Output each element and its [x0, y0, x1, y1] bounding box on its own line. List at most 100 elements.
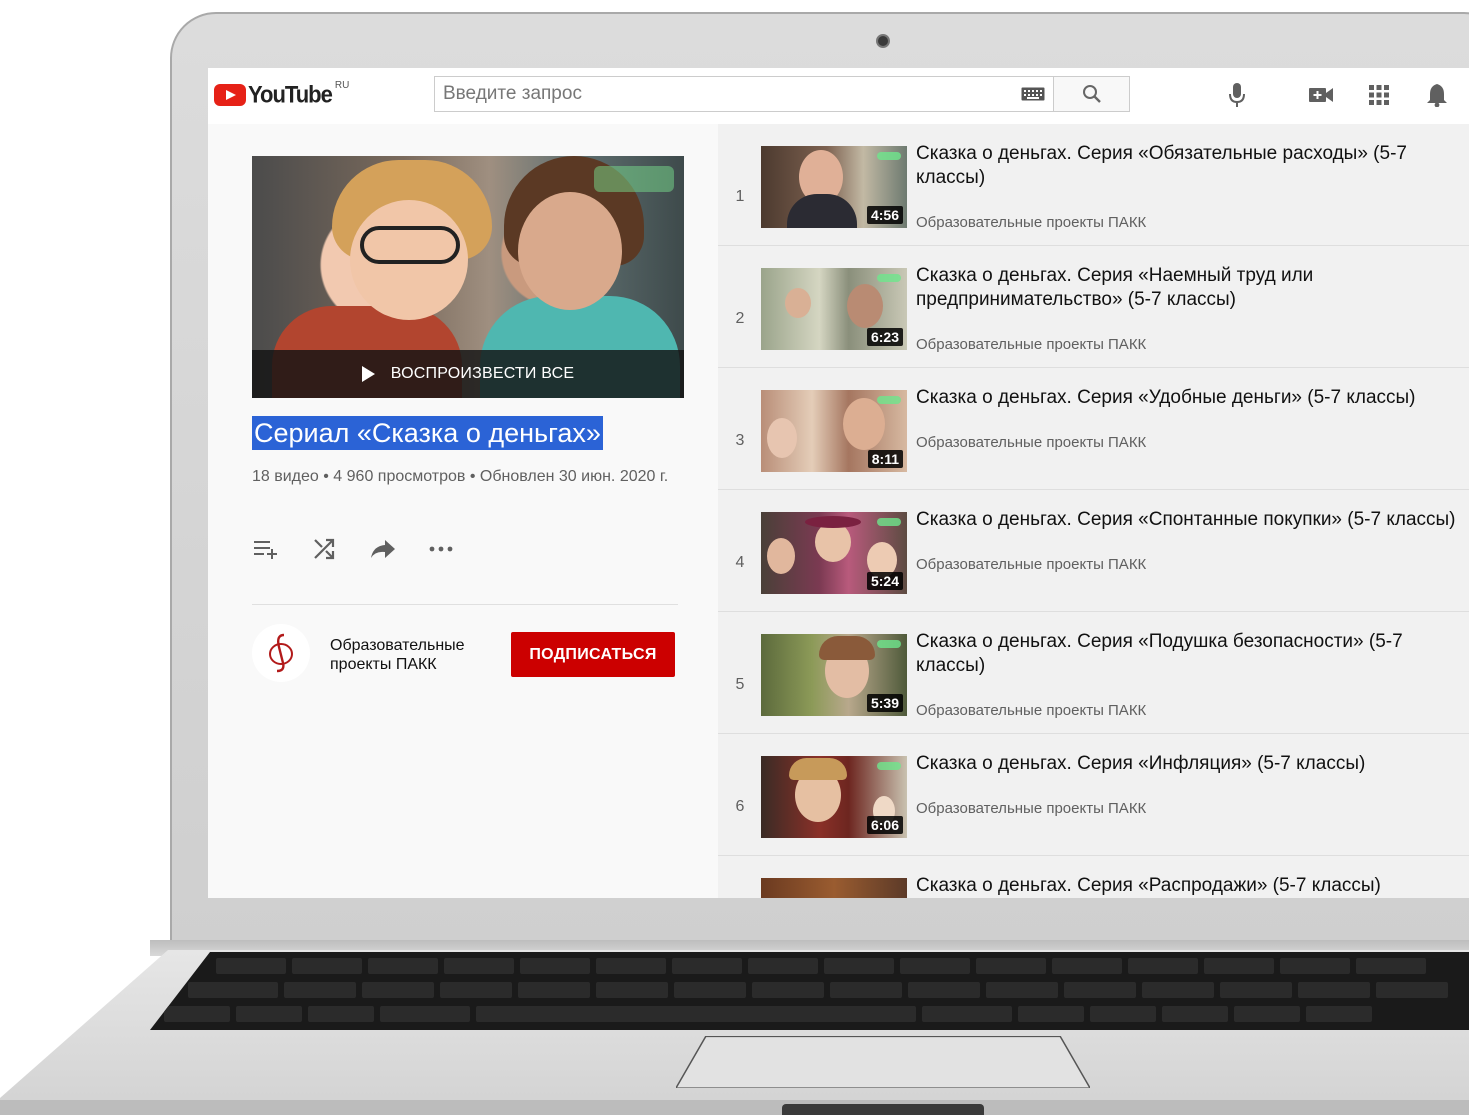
key	[1128, 958, 1198, 974]
video-thumbnail[interactable]: 6:23	[761, 268, 907, 350]
thumbnail-face-right	[518, 192, 622, 310]
video-duration: 6:23	[866, 328, 903, 346]
thumbnail-hat	[805, 516, 861, 528]
video-thumbnail[interactable]: 4:56	[761, 146, 907, 228]
video-title[interactable]: Сказка о деньгах. Серия «Распродажи» (5-…	[916, 874, 1466, 898]
laptop-front-edge	[0, 1100, 1469, 1115]
list-item[interactable]: 1 4:56 Сказка о деньгах. Серия «Обязател…	[718, 124, 1469, 246]
video-title[interactable]: Сказка о деньгах. Серия «Удобные деньги»…	[916, 386, 1466, 410]
key	[520, 958, 590, 974]
thumbnail-face	[785, 288, 811, 318]
search-input[interactable]	[435, 77, 1013, 111]
video-duration: 5:39	[866, 694, 903, 712]
key	[900, 958, 970, 974]
youtube-logo[interactable]: YouTube RU	[214, 80, 350, 109]
video-duration: 6:06	[866, 816, 903, 834]
playlist-meta: 18 видео • 4 960 просмотров • Обновлен 3…	[252, 468, 669, 485]
thumbnail-hair	[819, 636, 875, 660]
list-item[interactable]: 5 5:39 Сказка о деньгах. Серия «Подушка …	[718, 612, 1469, 734]
playlist-actions	[252, 534, 484, 564]
list-item[interactable]: 4 5:24 Сказка о деньгах. Серия «Спонтанн…	[718, 490, 1469, 612]
video-thumbnail[interactable]: 5:39	[761, 634, 907, 716]
video-index: 1	[735, 188, 745, 205]
video-thumbnail[interactable]: 8:11	[761, 390, 907, 472]
video-channel[interactable]: Образовательные проекты ПАКК	[916, 214, 1146, 231]
video-channel[interactable]: Образовательные проекты ПАКК	[916, 556, 1146, 573]
video-camera-plus-icon[interactable]	[1308, 82, 1334, 108]
key	[188, 982, 278, 998]
shuffle-icon[interactable]	[310, 534, 340, 564]
laptop-screen: YouTube RU Введите запрос ВОСПРОИЗВЕСТИ …	[208, 68, 1469, 898]
video-title[interactable]: Сказка о деньгах. Серия «Спонтанные поку…	[916, 508, 1466, 532]
key	[596, 982, 668, 998]
channel-avatar[interactable]	[252, 624, 310, 682]
key	[830, 982, 902, 998]
playlist-thumbnail[interactable]: ВОСПРОИЗВЕСТИ ВСЕ	[252, 156, 684, 398]
apps-grid-icon[interactable]	[1366, 82, 1392, 108]
key	[164, 1006, 230, 1022]
logo-region: RU	[334, 80, 350, 91]
play-all-button[interactable]: ВОСПРОИЗВЕСТИ ВСЕ	[252, 350, 684, 398]
key	[908, 982, 980, 998]
playlist-video-list: 1 4:56 Сказка о деньгах. Серия «Обязател…	[718, 124, 1469, 898]
thumbnail-watermark	[877, 396, 901, 404]
search-button[interactable]	[1053, 77, 1129, 111]
keyboard-row	[188, 982, 1454, 998]
playlist-title[interactable]: Сериал «Сказка о деньгах»	[252, 416, 603, 450]
key	[1280, 958, 1350, 974]
bell-icon[interactable]	[1424, 82, 1450, 108]
key	[1306, 1006, 1372, 1022]
list-item[interactable]: Сказка о деньгах. Серия «Распродажи» (5-…	[718, 856, 1469, 898]
laptop-camera	[876, 34, 890, 48]
video-channel[interactable]: Образовательные проекты ПАКК	[916, 434, 1146, 451]
laptop-notch	[782, 1104, 984, 1115]
share-icon[interactable]	[368, 534, 398, 564]
thumbnail-glasses	[360, 226, 460, 264]
video-title[interactable]: Сказка о деньгах. Серия «Обязательные ра…	[916, 142, 1466, 190]
key	[976, 958, 1046, 974]
key	[1356, 958, 1426, 974]
key	[1162, 1006, 1228, 1022]
more-dots-icon[interactable]	[426, 534, 456, 564]
key	[1064, 982, 1136, 998]
logo-text: YouTube	[248, 80, 333, 109]
mic-icon[interactable]	[1224, 82, 1250, 108]
thumbnail-watermark	[877, 518, 901, 526]
video-title[interactable]: Сказка о деньгах. Серия «Инфляция» (5-7 …	[916, 752, 1466, 776]
video-channel[interactable]: Образовательные проекты ПАКК	[916, 336, 1146, 353]
video-channel[interactable]: Образовательные проекты ПАКК	[916, 702, 1146, 719]
keyboard-row	[164, 1006, 1378, 1022]
list-item[interactable]: 6 6:06 Сказка о деньгах. Серия «Инфляция…	[718, 734, 1469, 856]
video-index: 3	[735, 432, 745, 449]
key	[444, 958, 514, 974]
video-channel[interactable]: Образовательные проекты ПАКК	[916, 800, 1146, 817]
video-title[interactable]: Сказка о деньгах. Серия «Подушка безопас…	[916, 630, 1466, 678]
video-thumbnail[interactable]	[761, 878, 907, 898]
search-box	[434, 76, 1130, 112]
add-to-queue-icon[interactable]	[252, 534, 282, 564]
key	[1220, 982, 1292, 998]
youtube-play-logo-icon	[214, 84, 246, 106]
keyboard-icon[interactable]	[1013, 77, 1053, 111]
key	[292, 958, 362, 974]
video-duration: 4:56	[866, 206, 903, 224]
key	[824, 958, 894, 974]
key	[748, 958, 818, 974]
key	[308, 1006, 374, 1022]
video-duration: 8:11	[867, 450, 903, 468]
key	[596, 958, 666, 974]
key	[368, 958, 438, 974]
channel-name[interactable]: Образовательные проекты ПАКК	[330, 636, 500, 674]
key	[440, 982, 512, 998]
video-title[interactable]: Сказка о деньгах. Серия «Наемный труд ил…	[916, 264, 1466, 312]
key	[1142, 982, 1214, 998]
list-item[interactable]: 3 8:11 Сказка о деньгах. Серия «Удобные …	[718, 368, 1469, 490]
key	[1204, 958, 1274, 974]
thumbnail-face	[767, 418, 797, 458]
list-item[interactable]: 2 6:23 Сказка о деньгах. Серия «Наемный …	[718, 246, 1469, 368]
video-thumbnail[interactable]: 5:24	[761, 512, 907, 594]
thumbnail-watermark	[877, 274, 901, 282]
key	[518, 982, 590, 998]
video-thumbnail[interactable]: 6:06	[761, 756, 907, 838]
subscribe-button[interactable]: ПОДПИСАТЬСЯ	[511, 632, 675, 677]
